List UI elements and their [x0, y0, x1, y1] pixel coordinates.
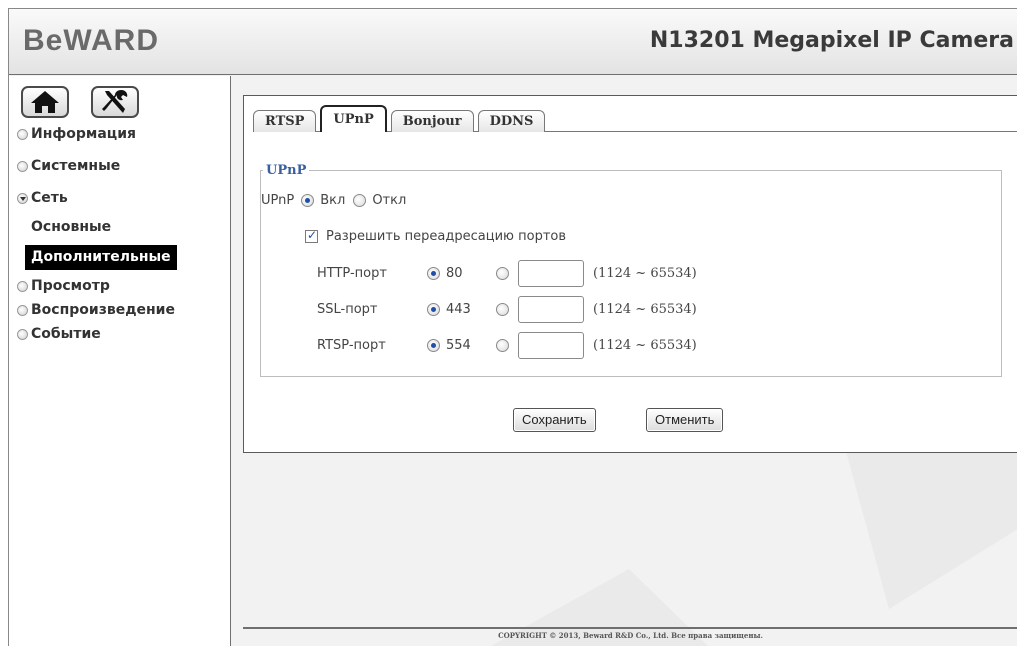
- menu-item-event[interactable]: Событие: [17, 323, 227, 345]
- home-button[interactable]: [21, 86, 69, 118]
- http-port-input[interactable]: [518, 260, 584, 287]
- settings-panel: RTSP UPnP Bonjour DDNS UPnP UPnP Вкл Отк…: [243, 95, 1017, 453]
- tab-bonjour[interactable]: Bonjour: [390, 110, 474, 132]
- port-forward-checkbox[interactable]: [305, 228, 318, 243]
- submenu-item-label: Основные: [31, 219, 112, 235]
- ssl-port-label: SSL-порт: [317, 302, 378, 317]
- submenu-item-label: Дополнительные: [25, 244, 177, 270]
- menu-item-label: Просмотр: [31, 278, 110, 294]
- upnp-on-radio[interactable]: [301, 194, 315, 207]
- tools-button[interactable]: [91, 86, 139, 118]
- header-bar: BeWARD N13201 Megapixel IP Camera: [9, 9, 1017, 75]
- menu-item-label: Сеть: [31, 190, 68, 206]
- tab-ddns[interactable]: DDNS: [477, 110, 546, 132]
- ssl-port-custom-radio[interactable]: [496, 303, 509, 316]
- rtsp-port-input[interactable]: [518, 332, 584, 359]
- http-port-custom-radio[interactable]: [496, 267, 509, 280]
- rtsp-port-default-radio[interactable]: [427, 339, 440, 352]
- upnp-enable-label: UPnP: [261, 193, 295, 208]
- menu-bullet-icon: [17, 160, 28, 172]
- upnp-off-label: Откл: [372, 193, 407, 208]
- submenu-item-advanced[interactable]: Дополнительные: [17, 242, 227, 272]
- menu-bullet-icon: [17, 280, 28, 292]
- ssl-port-range: (1124 ~ 65534): [593, 302, 697, 317]
- ssl-port-default-value: 443: [446, 302, 471, 317]
- rtsp-port-default-value: 554: [446, 338, 471, 353]
- upnp-enable-row: UPnP Вкл Откл: [261, 193, 406, 208]
- tab-rtsp[interactable]: RTSP: [253, 110, 317, 132]
- http-port-range: (1124 ~ 65534): [593, 266, 697, 281]
- home-icon: [31, 91, 59, 113]
- submenu-item-basic[interactable]: Основные: [17, 212, 227, 242]
- http-port-label: HTTP-порт: [317, 266, 387, 281]
- save-button[interactable]: Сохранить: [513, 408, 596, 432]
- menu-item-label: Информация: [31, 126, 136, 142]
- menu-bullet-icon: [17, 304, 28, 316]
- ssl-port-default-radio[interactable]: [427, 303, 440, 316]
- main-menu: Информация Системные Сеть Основные Допол…: [17, 123, 227, 345]
- menu-item-system[interactable]: Системные: [17, 155, 227, 177]
- menu-bullet-icon: [17, 128, 28, 140]
- http-port-default-radio[interactable]: [427, 267, 440, 280]
- rtsp-port-row: RTSP-порт 554 (1124 ~ 65534): [317, 332, 697, 359]
- tools-icon: [102, 90, 128, 113]
- menu-item-label: Событие: [31, 326, 101, 342]
- upnp-on-label: Вкл: [320, 193, 346, 208]
- copyright-footer: COPYRIGHT © 2013, Beward R&D Co., Ltd. В…: [498, 631, 763, 640]
- ssl-port-row: SSL-порт 443 (1124 ~ 65534): [317, 296, 697, 323]
- menu-item-label: Системные: [31, 158, 121, 174]
- menu-item-playback[interactable]: Воспроизведение: [17, 299, 227, 321]
- tab-bar: RTSP UPnP Bonjour DDNS: [253, 104, 549, 132]
- menu-expanded-icon: [17, 192, 28, 204]
- menu-item-info[interactable]: Информация: [17, 123, 227, 145]
- sidebar: Информация Системные Сеть Основные Допол…: [9, 76, 231, 646]
- rtsp-port-range: (1124 ~ 65534): [593, 338, 697, 353]
- port-forward-row: Разрешить переадресацию портов: [305, 228, 567, 244]
- rtsp-port-label: RTSP-порт: [317, 338, 386, 353]
- upnp-legend: UPnP: [266, 163, 307, 178]
- menu-bullet-icon: [17, 328, 28, 340]
- menu-item-view[interactable]: Просмотр: [17, 275, 227, 297]
- menu-item-label: Воспроизведение: [31, 302, 175, 318]
- camera-model-title: N13201 Megapixel IP Camera: [649, 28, 1014, 53]
- tab-upnp[interactable]: UPnP: [320, 105, 387, 132]
- ssl-port-input[interactable]: [518, 296, 584, 323]
- menu-item-network[interactable]: Сеть: [17, 187, 227, 209]
- logo-text: BeWARD: [23, 24, 160, 57]
- upnp-off-radio[interactable]: [353, 194, 367, 207]
- http-port-default-value: 80: [446, 266, 463, 281]
- http-port-row: HTTP-порт 80 (1124 ~ 65534): [317, 260, 697, 287]
- port-forward-label: Разрешить переадресацию портов: [326, 229, 567, 244]
- app-frame: BeWARD N13201 Megapixel IP Camera Информ…: [8, 8, 1017, 646]
- cancel-button[interactable]: Отменить: [646, 408, 724, 432]
- beward-logo: BeWARD: [23, 23, 183, 59]
- rtsp-port-custom-radio[interactable]: [496, 339, 509, 352]
